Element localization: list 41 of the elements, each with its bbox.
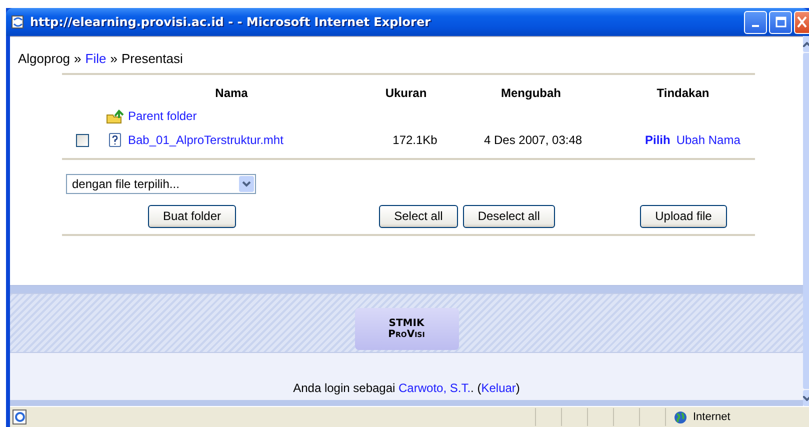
login-info: Anda login sebagai Carwoto, S.T.. (Keluar) — [293, 381, 520, 395]
scroll-down-icon[interactable] — [803, 396, 809, 400]
folder-up-icon — [106, 108, 124, 124]
unknown-file-icon — [109, 133, 121, 147]
action-dropdown[interactable]: dengan file terpilih... — [66, 174, 256, 194]
page-icon — [11, 15, 25, 29]
file-size: 172.1Kb — [392, 133, 438, 147]
form-button[interactable]: Buat folder — [148, 204, 236, 228]
user-link[interactable]: Carwoto, S.T. — [398, 381, 471, 395]
form-button[interactable]: Select all — [379, 204, 458, 228]
logout-link[interactable]: Keluar — [481, 381, 516, 395]
window-title: http://elearning.provisi.ac.id - - Microsoft Internet Explorer — [30, 15, 432, 29]
modified-date: 4 Des 2007, 03:48 — [483, 133, 584, 147]
breadcrumb-item: Presentasi — [121, 51, 183, 66]
breadcrumb-separator: » — [74, 51, 82, 66]
parent-folder-link[interactable]: Parent folder — [128, 104, 361, 128]
column-header: Ukuran — [384, 85, 428, 102]
file-checkbox[interactable] — [76, 134, 88, 146]
scrollbar[interactable] — [803, 36, 809, 406]
minimize-button[interactable] — [744, 10, 767, 34]
maximize-icon — [774, 16, 786, 28]
column-header: Nama — [214, 85, 249, 102]
column-header: Mengubah — [500, 85, 562, 102]
action-link[interactable]: Pilih — [645, 133, 670, 147]
column-header: Tindakan — [656, 85, 710, 102]
form-button[interactable]: Deselect all — [462, 204, 555, 228]
scroll-up-icon[interactable] — [803, 42, 809, 46]
zone-label: Internet — [693, 411, 730, 423]
logo-text: ProVisi — [388, 329, 425, 340]
minimize-icon — [752, 25, 759, 27]
logo-text: STMIK — [388, 318, 424, 329]
breadcrumb-separator: » — [110, 51, 118, 66]
breadcrumb-item: Algoprog — [18, 51, 70, 66]
globe-icon — [674, 410, 687, 424]
breadcrumb-link[interactable]: File — [85, 51, 106, 66]
close-button[interactable] — [794, 10, 809, 34]
form-button[interactable]: Upload file — [640, 204, 727, 228]
filename-link[interactable]: Bab_01_AlproTerstruktur.mht — [128, 133, 284, 147]
maximize-button[interactable] — [769, 10, 792, 34]
action-link[interactable]: Ubah Nama — [676, 133, 740, 147]
close-icon — [797, 16, 807, 28]
